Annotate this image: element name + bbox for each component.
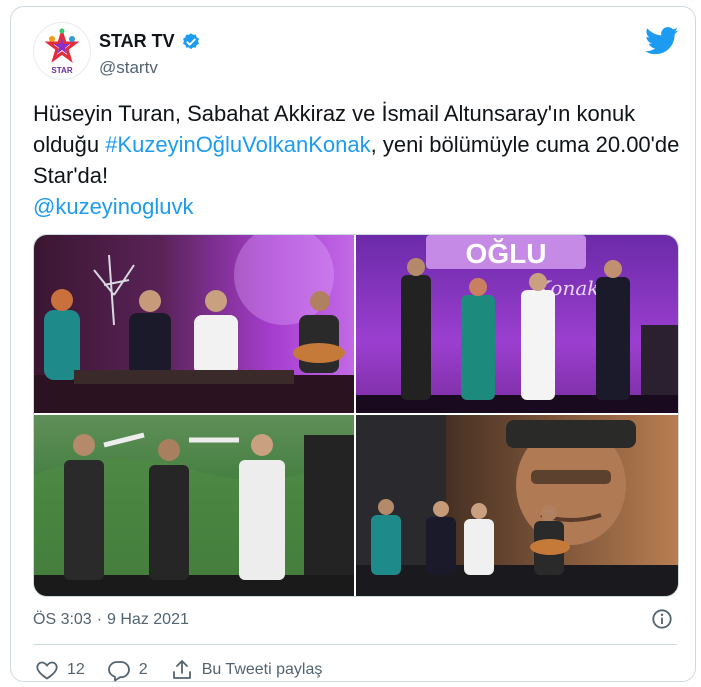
stage-scene-4 bbox=[356, 415, 678, 596]
heart-icon bbox=[36, 661, 58, 680]
tweet-card[interactable]: STAR STAR TV @startv Hüseyin Turan, Saba… bbox=[10, 6, 696, 682]
avatar[interactable]: STAR bbox=[33, 22, 91, 80]
account-name-label: STAR TV bbox=[99, 31, 175, 51]
reply-button[interactable]: 2 bbox=[107, 658, 148, 682]
media-grid: OĞLU Konak bbox=[33, 234, 679, 597]
media-photo-3[interactable] bbox=[34, 415, 354, 596]
tweet-text: Hüseyin Turan, Sabahat Akkiraz ve İsmail… bbox=[33, 98, 683, 222]
share-button[interactable]: Bu Tweeti paylaş bbox=[170, 658, 323, 682]
media-photo-4[interactable] bbox=[356, 415, 678, 596]
account-name[interactable]: STAR TV bbox=[99, 31, 201, 52]
share-label: Bu Tweeti paylaş bbox=[201, 661, 323, 678]
mention-link[interactable]: @kuzeyinogluvk bbox=[33, 194, 194, 219]
twitter-bird-icon[interactable] bbox=[645, 27, 679, 55]
stage-scene-3 bbox=[34, 432, 354, 596]
media-photo-2[interactable]: OĞLU Konak bbox=[356, 235, 678, 413]
stage-scene-1 bbox=[34, 235, 354, 413]
reply-bubble-icon bbox=[107, 661, 130, 682]
action-bar: 12 2 Bu Tweeti paylaş bbox=[35, 658, 344, 682]
logo-text: STAR bbox=[51, 66, 72, 75]
timestamp[interactable]: ÖS 3:03 · 9 Haz 2021 bbox=[33, 611, 189, 629]
verified-badge-icon bbox=[182, 32, 199, 49]
timestamp-time: ÖS 3:03 bbox=[33, 611, 92, 628]
star-tv-logo: STAR bbox=[44, 27, 80, 75]
like-count: 12 bbox=[67, 661, 85, 678]
hashtag-link[interactable]: #KuzeyinOğluVolkanKonak bbox=[105, 132, 370, 157]
divider bbox=[33, 644, 677, 645]
share-icon bbox=[172, 660, 191, 679]
timestamp-separator: · bbox=[96, 611, 103, 628]
media-photo-1[interactable] bbox=[34, 235, 354, 413]
info-icon[interactable] bbox=[651, 608, 673, 630]
stage-scene-2: OĞLU Konak bbox=[356, 235, 678, 413]
like-button[interactable]: 12 bbox=[35, 658, 85, 682]
account-handle[interactable]: @startv bbox=[99, 58, 158, 78]
timestamp-date: 9 Haz 2021 bbox=[107, 611, 189, 628]
stage-sign-text: OĞLU bbox=[466, 238, 547, 269]
reply-count: 2 bbox=[138, 661, 148, 678]
